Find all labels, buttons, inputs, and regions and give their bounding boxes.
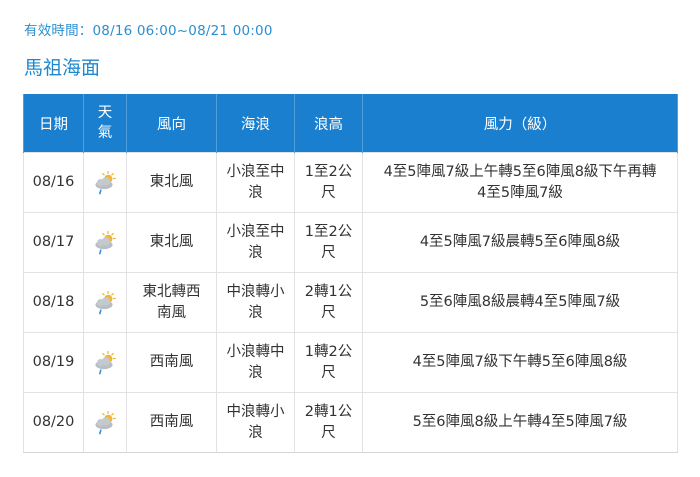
wind-force-cell: 4至5陣風7級上午轉5至6陣風8級下午再轉 4至5陣風7級 [362,152,678,213]
header-wind-force: 風力（級） [362,94,678,153]
wave-line: 小浪轉中 [226,343,285,360]
wind-force-cell: 5至6陣風8級晨轉4至5陣風7級 [362,272,678,333]
wave-height-line: 1轉2公 [304,343,353,360]
wave-cell: 小浪至中浪 [216,212,295,273]
wave-height-line: 2轉1公 [304,283,353,300]
wave-height-cell: 2轉1公尺 [294,392,363,453]
date-cell: 08/19 [23,332,84,393]
wave-height-line: 尺 [321,244,336,261]
wave-line: 浪 [248,304,263,321]
wave-cell: 中浪轉小浪 [216,272,295,333]
weather-cell [83,212,127,273]
wave-cell: 小浪至中浪 [216,152,295,213]
wave-height-line: 1至2公 [304,223,353,240]
wave-line: 浪 [248,364,263,381]
wave-cell: 中浪轉小浪 [216,392,295,453]
header-weather-bottom: 氣 [97,125,113,141]
header-wave-height: 浪高 [294,94,363,153]
wave-line: 中浪轉小 [226,283,285,300]
wave-height-cell: 1至2公尺 [294,152,363,213]
wave-height-line: 1至2公 [304,163,353,180]
date-cell: 08/18 [23,272,84,333]
wind-direction-line: 南風 [157,304,186,321]
wind-force-cell: 4至5陣風7級晨轉5至6陣風8級 [362,212,678,273]
partly-cloudy-showers-icon [87,170,123,196]
wind-force-cell: 4至5陣風7級下午轉5至6陣風8級 [362,332,678,393]
wind-direction-line: 西南風 [149,354,194,370]
wind-force-line: 4至5陣風7級晨轉5至6陣風8級 [419,234,621,250]
table-row: 08/20 西南風 中浪轉小浪 2轉1公尺 5至6陣風8級上午轉4至5陣風7級 [23,392,678,453]
wind-direction-cell: 東北風 [126,212,217,273]
table-row: 08/19 西南風 小浪轉中浪 1轉2公尺 4至5陣風7級下午轉5至6陣風8級 [23,332,678,393]
wave-line: 浪 [248,244,263,261]
wave-height-cell: 1轉2公尺 [294,332,363,393]
table-row: 08/16 東北風 小浪至中浪 1至2公尺 4至5陣風7級上午轉5至6陣風8級下午再轉 4… [23,152,678,213]
header-wind-direction: 風向 [126,94,217,153]
table-row: 08/17 東北風 小浪至中浪 1至2公尺 4至5陣風7級晨轉5至6陣風8級 [23,212,678,273]
weather-cell [83,392,127,453]
weather-cell [83,152,127,213]
wave-height-cell: 1至2公尺 [294,212,363,273]
date-cell: 08/20 [23,392,84,453]
wind-direction-line: 東北風 [149,174,194,190]
wave-line: 小浪至中 [226,223,285,240]
date-cell: 08/16 [23,152,84,213]
forecast-body: 08/16 東北風 小浪至中浪 1至2公尺 4至5陣風7級上午轉5至6陣風8級下午再轉 4… [23,152,678,453]
validity-period: 有效時間：08/16 06:00~08/21 00:00 [24,23,273,39]
weather-cell [83,332,127,393]
table-row: 08/18 東北轉西 南風 中浪轉小浪 2轉1公尺 5至6陣風8級晨轉4至5陣風7級 [23,272,678,333]
partly-cloudy-showers-icon [87,230,123,256]
wind-force-line: 4至5陣風7級上午轉5至6陣風8級下午再轉 [383,163,657,180]
wave-cell: 小浪轉中浪 [216,332,295,393]
wind-direction-cell: 西南風 [126,332,217,393]
wind-force-line: 4至5陣風7級下午轉5至6陣風8級 [412,354,628,370]
wave-line: 浪 [248,184,263,201]
wave-height-line: 尺 [321,364,336,381]
wind-force-line: 5至6陣風8級晨轉4至5陣風7級 [419,294,621,310]
partly-cloudy-showers-icon [87,350,123,376]
wave-height-line: 尺 [321,424,336,441]
wave-line: 浪 [248,424,263,441]
wind-force-line: 5至6陣風8級上午轉4至5陣風7級 [412,414,628,430]
wind-force-cell: 5至6陣風8級上午轉4至5陣風7級 [362,392,678,453]
wave-height-line: 尺 [321,304,336,321]
header-wave: 海浪 [216,94,295,153]
marine-forecast-table: 日期 天 氣 風向 海浪 浪高 風力（級） 08/16 東北風 小浪至中浪 1至2公尺… [23,94,678,453]
wave-height-line: 尺 [321,184,336,201]
wave-line: 中浪轉小 [226,403,285,420]
wind-force-line: 4至5陣風7級 [477,184,563,201]
wave-line: 小浪至中 [226,163,285,180]
weather-cell [83,272,127,333]
wave-height-cell: 2轉1公尺 [294,272,363,333]
wind-direction-cell: 西南風 [126,392,217,453]
wind-direction-cell: 東北轉西 南風 [126,272,217,333]
header-date: 日期 [23,94,84,153]
table-header-row: 日期 天 氣 風向 海浪 浪高 風力（級） [23,94,678,153]
region-title: 馬祖海面 [24,57,101,79]
partly-cloudy-showers-icon [87,290,123,316]
header-weather-top: 天 [97,105,113,121]
date-cell: 08/17 [23,212,84,273]
wind-direction-line: 東北轉西 [142,283,201,300]
wind-direction-cell: 東北風 [126,152,217,213]
wind-direction-line: 西南風 [149,414,194,430]
header-weather: 天 氣 [83,94,127,153]
wave-height-line: 2轉1公 [304,403,353,420]
partly-cloudy-showers-icon [87,410,123,436]
wind-direction-line: 東北風 [149,234,194,250]
